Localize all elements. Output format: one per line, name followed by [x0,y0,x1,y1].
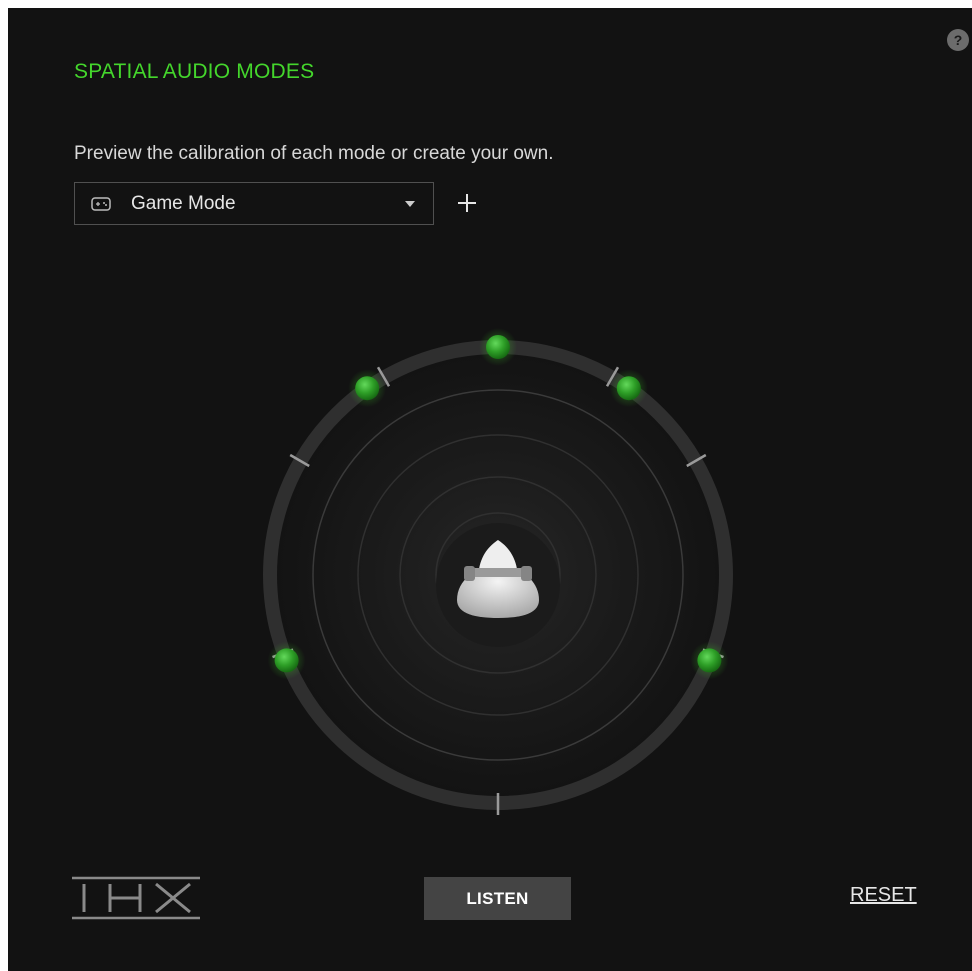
speaker-node[interactable] [348,369,387,408]
add-mode-button[interactable] [454,190,480,216]
description-text: Preview the calibration of each mode or … [74,143,554,164]
caret-down-icon [405,201,415,207]
mode-dropdown[interactable]: Game Mode [74,182,434,225]
speaker-map [248,300,748,820]
speaker-node[interactable] [690,641,729,680]
mode-dropdown-value: Game Mode [131,193,236,214]
thx-logo [72,876,200,920]
help-icon[interactable]: ? [947,29,969,51]
speaker-map-svg [263,328,733,815]
speaker-node[interactable] [267,641,306,680]
gamepad-icon [91,197,111,211]
reset-link[interactable]: RESET [850,884,917,907]
speaker-node[interactable] [609,369,648,408]
head-icon [436,523,560,647]
page-title: SPATIAL AUDIO MODES [74,60,315,83]
listen-button[interactable]: LISTEN [424,877,571,920]
speaker-node[interactable] [479,328,517,366]
